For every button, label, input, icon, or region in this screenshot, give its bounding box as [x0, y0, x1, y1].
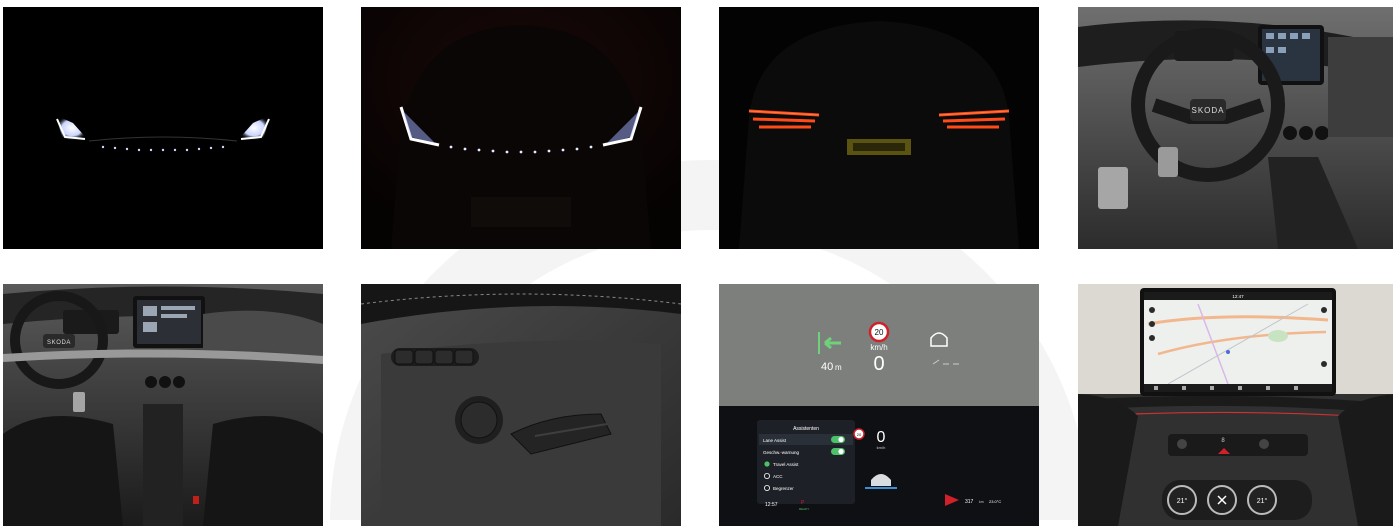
- hud-and-cluster-image: 40 m 20 km/h 0 Assistenten Lane Assist G…: [719, 284, 1039, 526]
- map-view[interactable]: [1144, 292, 1332, 392]
- gallery-photo-front-light-bar[interactable]: [361, 7, 681, 249]
- gallery-photo-interior-overview[interactable]: SKODA: [3, 284, 323, 526]
- cluster-clock: 12:57: [765, 502, 778, 508]
- seat-controls-image: [361, 284, 681, 526]
- gallery-photo-cockpit[interactable]: SKODA: [1078, 7, 1393, 249]
- hud-distance-value: 40: [821, 361, 833, 373]
- hud-distance-unit: m: [835, 363, 842, 372]
- hud-speed-unit: km/h: [870, 343, 887, 352]
- cluster-range-value: 317: [965, 499, 974, 505]
- gallery-photo-infotainment-map[interactable]: 12:47 8 21° 21°: [1078, 284, 1393, 526]
- svg-text:Begrenzer: Begrenzer: [773, 486, 794, 491]
- svg-text:21°: 21°: [1257, 497, 1268, 505]
- cluster-ready-status: READY: [799, 507, 809, 511]
- svg-text:ACC: ACC: [773, 474, 783, 479]
- front-headlights-image: [3, 7, 323, 249]
- steering-wheel-logo: SKODA: [1191, 106, 1224, 115]
- cluster-outside-temperature: 23.0°C: [989, 499, 1001, 504]
- fan-knob-center[interactable]: [1207, 485, 1237, 515]
- svg-text:Lane Assist: Lane Assist: [763, 438, 787, 443]
- cluster-menu-item-lane-assist: Lane Assist: [759, 434, 853, 445]
- svg-text:21°: 21°: [1177, 497, 1188, 505]
- gallery-photo-seat-controls[interactable]: [361, 284, 681, 526]
- infotainment-clock: 12:47: [1232, 294, 1244, 299]
- front-light-bar-image: [361, 7, 681, 249]
- cluster-speed-limit-value: 20: [857, 432, 862, 437]
- infotainment-map-image: 12:47 8 21° 21°: [1078, 284, 1393, 526]
- interior-overview-image: SKODA: [3, 284, 323, 526]
- cluster-range-unit: km: [979, 500, 984, 504]
- steering-wheel-logo: SKODA: [47, 340, 71, 346]
- gallery-photo-hud-and-cluster[interactable]: 40 m 20 km/h 0 Assistenten Lane Assist G…: [719, 284, 1039, 526]
- svg-text:Travel Assist: Travel Assist: [773, 462, 799, 467]
- temp-knob-right[interactable]: 21°: [1247, 485, 1277, 515]
- gallery-photo-rear-taillights[interactable]: [719, 7, 1039, 249]
- cockpit-image: SKODA: [1078, 7, 1393, 249]
- temp-knob-left[interactable]: 21°: [1167, 485, 1197, 515]
- cluster-menu-title: Assistenten: [793, 426, 819, 432]
- travel-assist-radio: [764, 461, 770, 467]
- cluster-speed-unit: km/h: [877, 445, 886, 450]
- hud-speed-value: 0: [873, 353, 884, 375]
- map-position-marker: [1226, 350, 1230, 354]
- hud-speed-limit-value: 20: [875, 328, 884, 337]
- svg-text:Geschw.-warnung: Geschw.-warnung: [763, 450, 800, 455]
- cluster-speed-value: 0: [877, 429, 886, 446]
- rear-taillights-image: [719, 7, 1039, 249]
- gallery-photo-front-headlights[interactable]: [3, 7, 323, 249]
